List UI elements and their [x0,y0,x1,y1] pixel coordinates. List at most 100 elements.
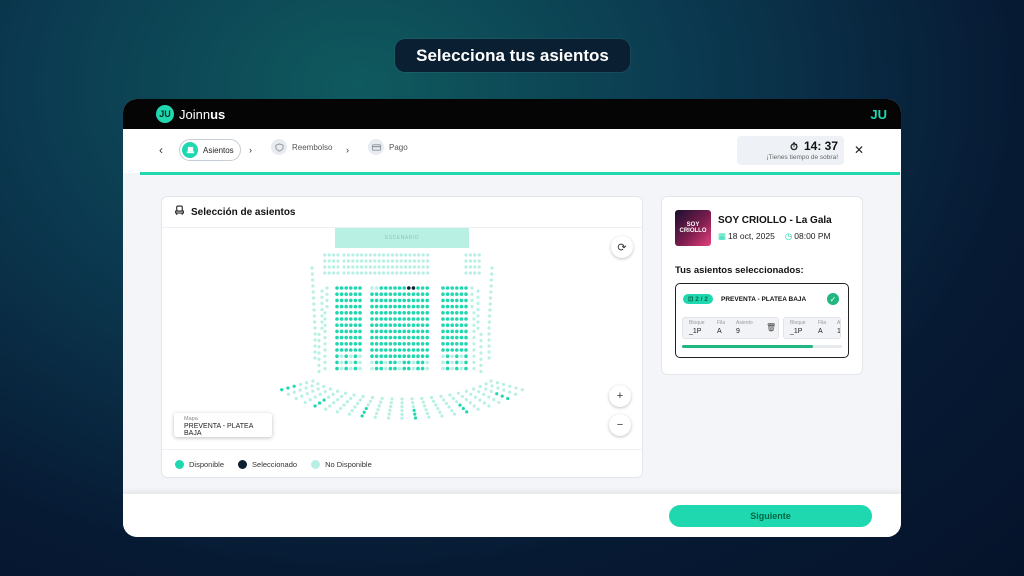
seat[interactable] [420,366,425,371]
seat[interactable] [416,335,420,340]
seat[interactable] [349,342,353,346]
seat[interactable] [335,360,339,365]
seat[interactable] [388,335,393,340]
seat[interactable] [464,329,468,334]
seat[interactable] [370,317,374,321]
seat[interactable] [455,354,459,358]
seat[interactable] [459,298,464,303]
seat[interactable] [339,329,344,334]
seat[interactable] [388,366,393,371]
seat[interactable] [335,342,339,346]
seat[interactable] [353,298,358,303]
seat[interactable] [339,317,344,321]
seat[interactable] [374,348,379,352]
seat[interactable] [465,410,469,414]
seat[interactable] [358,311,362,315]
seat[interactable] [370,329,374,334]
seat[interactable] [506,396,510,401]
seat[interactable] [358,286,362,290]
seat[interactable] [344,298,348,303]
seat[interactable] [353,342,358,346]
seat-chip[interactable]: Bloque _1P Fila A Asiento 9 🗑 [682,317,779,339]
seat[interactable] [402,286,406,290]
brand-logo[interactable]: JU Joinn us [156,105,225,123]
seat[interactable] [464,323,468,327]
seat[interactable] [349,329,353,334]
next-button[interactable]: Siguiente [669,505,872,527]
seat[interactable] [411,304,416,309]
seat[interactable] [292,384,296,388]
seat[interactable] [360,414,364,418]
seat[interactable] [464,304,468,309]
seat[interactable] [455,286,459,290]
seat[interactable] [441,329,445,334]
seat[interactable] [353,286,358,290]
seat[interactable] [393,335,397,340]
seat[interactable] [358,298,362,303]
seat[interactable] [402,311,406,315]
seat[interactable] [459,323,464,327]
seat[interactable] [450,323,455,327]
seat[interactable] [339,286,344,290]
seat[interactable] [464,298,468,303]
seat[interactable] [313,404,317,408]
seat[interactable] [353,323,358,327]
seat[interactable] [441,335,445,340]
seat[interactable] [455,304,459,309]
seat[interactable] [445,360,450,365]
seat[interactable] [353,311,358,315]
seat[interactable] [344,286,348,290]
seat[interactable] [407,354,411,358]
seat[interactable] [411,311,416,315]
seat[interactable] [335,329,339,334]
seat[interactable] [464,286,468,290]
seat[interactable] [388,292,393,296]
seat[interactable] [397,342,402,346]
seat[interactable] [374,292,379,296]
seat[interactable] [370,348,374,352]
seat[interactable] [420,360,425,365]
seat[interactable] [384,311,388,315]
seat[interactable] [374,317,379,321]
seat[interactable] [441,292,445,296]
seat[interactable] [416,329,420,334]
seat[interactable] [416,304,420,309]
seat[interactable] [393,304,397,309]
seat[interactable] [374,298,379,303]
seat[interactable] [416,354,420,358]
seat[interactable] [379,317,383,321]
seat[interactable] [393,348,397,352]
seat[interactable] [420,311,425,315]
seat[interactable] [397,317,402,321]
seat[interactable] [388,317,393,321]
seat[interactable] [379,342,383,346]
seat[interactable] [416,317,420,321]
seat[interactable] [349,292,353,296]
seat[interactable] [384,354,388,358]
seat[interactable] [407,323,411,327]
seat[interactable] [500,394,504,398]
seat[interactable] [388,329,393,334]
seat[interactable] [339,348,344,352]
seat[interactable] [445,335,450,340]
seat[interactable] [464,342,468,346]
seat[interactable] [374,311,379,315]
seat[interactable] [441,304,445,309]
seat[interactable] [358,329,362,334]
seat[interactable] [374,360,379,365]
seat[interactable] [411,317,416,321]
seat[interactable] [374,342,379,346]
seat[interactable] [374,366,379,371]
seat[interactable] [425,335,430,340]
seat[interactable] [353,366,358,371]
seat[interactable] [407,360,411,365]
seat[interactable] [407,329,411,334]
seat[interactable] [370,298,374,303]
seat[interactable] [335,335,339,340]
seat[interactable] [420,329,425,334]
seat[interactable] [441,286,445,290]
seat-map-area[interactable]: ESCENARIO ⟳ + − Mapa PREVENTA - PLATEA B… [162,228,642,448]
seat[interactable] [344,304,348,309]
seat[interactable] [416,311,420,315]
seat[interactable] [425,286,430,290]
